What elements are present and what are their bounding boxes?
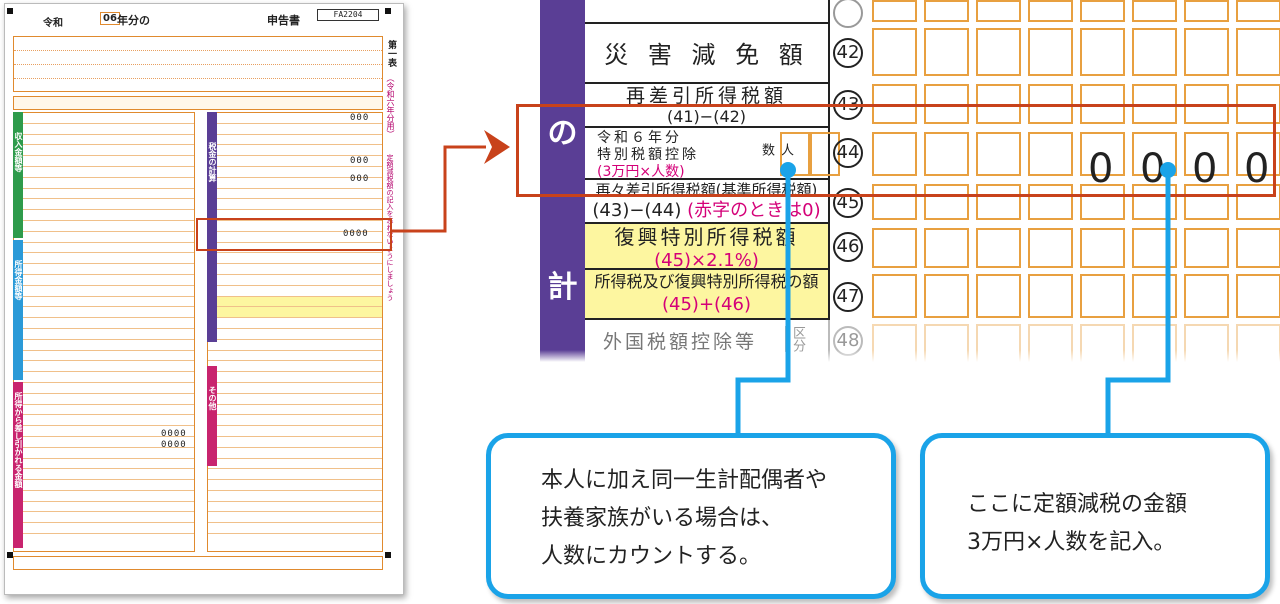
pointer-dot [1160,162,1176,178]
callout-ninzu-line: 扶養家族がいる場合は、 [541,506,784,531]
callout-ninzu-line: 人数にカウントする。 [541,544,762,569]
callout-ninzu-line: 本人に加え同一生計配偶者や [541,468,828,493]
pointer-dot [780,162,796,178]
callout-amount-line: 3万円×人数を記入。 [967,530,1176,555]
callout-ninzu: 本人に加え同一生計配偶者や 扶養家族がいる場合は、 人数にカウントする。 [486,433,896,599]
callout-amount-line: ここに定額減税の金額 [967,492,1188,517]
callout-amount: ここに定額減税の金額 3万円×人数を記入。 [920,433,1270,599]
